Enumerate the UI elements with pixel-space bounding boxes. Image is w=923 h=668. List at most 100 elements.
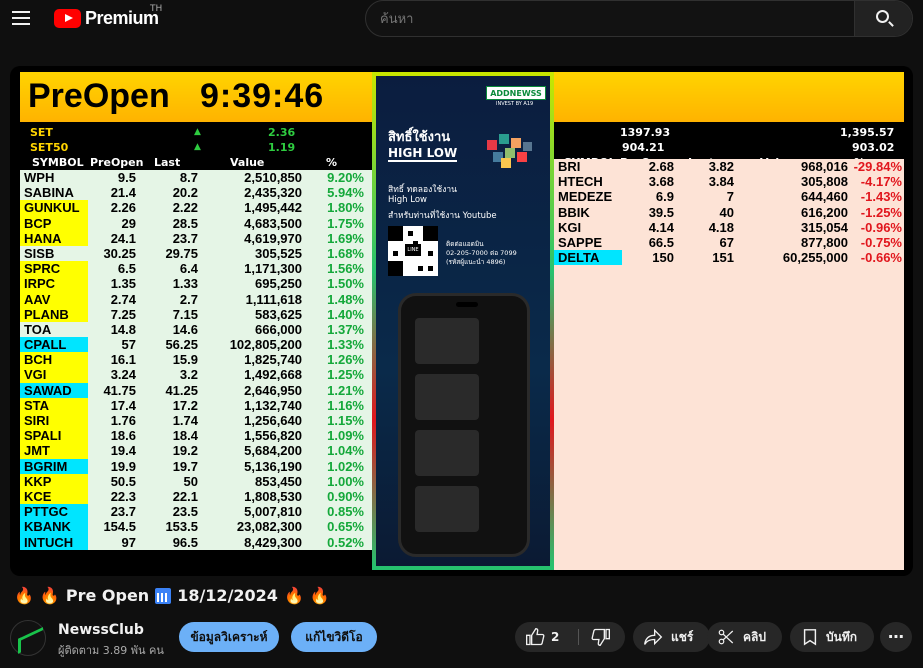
cell-last: 20.2 bbox=[172, 185, 198, 201]
row-values: 6.9 7 644,460 -1.43% bbox=[622, 189, 904, 205]
analytics-button[interactable]: ข้อมูลวิเคราะห์ bbox=[179, 622, 279, 652]
cell-value: 5,007,810 bbox=[244, 504, 302, 520]
search-icon bbox=[876, 10, 889, 23]
phone-message-card bbox=[415, 430, 479, 476]
table-row: IRPC 1.35 1.33 695,250 1.50% bbox=[20, 276, 372, 292]
row-symbol: TOA bbox=[20, 321, 88, 338]
index-value: 904.21 bbox=[622, 141, 665, 154]
cell-pct: 1.09% bbox=[327, 428, 364, 444]
index-value: 1,395.57 bbox=[840, 126, 895, 139]
cell-last: 2.7 bbox=[179, 291, 198, 307]
col-last: Last bbox=[154, 156, 181, 169]
cell-preopen: 39.5 bbox=[648, 204, 674, 220]
like-dislike-group: 2 bbox=[515, 622, 625, 652]
cell-last: 15.9 bbox=[172, 352, 198, 368]
cell-preopen: 66.5 bbox=[648, 234, 674, 250]
row-symbol: SIRI bbox=[20, 413, 88, 429]
row-symbol: KCE bbox=[20, 488, 88, 505]
losers-table: BRI 2.68 3.82 968,016 -29.84% HTECH 3.68 3.84 30… bbox=[554, 159, 904, 570]
cell-value: 4,683,500 bbox=[244, 215, 302, 231]
like-button[interactable]: 2 bbox=[525, 622, 581, 652]
thumbs-up-icon bbox=[526, 627, 545, 646]
ad-headline: สิทธิ์ใช้งาน bbox=[388, 130, 451, 145]
divider bbox=[578, 629, 579, 645]
row-symbol: BCH bbox=[20, 352, 88, 368]
cubes-icon bbox=[487, 134, 532, 168]
fire-icon: 🔥 bbox=[14, 586, 34, 605]
dislike-button[interactable] bbox=[587, 622, 617, 652]
table-row: PTTGC 23.7 23.5 5,007,810 0.85% bbox=[20, 504, 372, 520]
youtube-premium-logo[interactable]: Premium TH bbox=[54, 4, 162, 29]
row-values: 19.4 19.2 5,684,200 1.04% bbox=[88, 443, 372, 459]
cell-value: 5,684,200 bbox=[244, 443, 302, 459]
row-values: 66.5 67 877,800 -0.75% bbox=[622, 234, 904, 251]
menu-icon[interactable] bbox=[12, 11, 30, 25]
ad-line3: สำหรับท่านที่ใช้งาน Youtube bbox=[388, 211, 497, 221]
more-actions-button[interactable]: ⋯ bbox=[880, 622, 912, 652]
save-label: บันทึก bbox=[826, 630, 857, 644]
video-player[interactable]: PreOpen 9:39:46 SET ▲ 2.36 SET50 ▲ 1.19 … bbox=[10, 66, 913, 576]
row-symbol: SAPPE bbox=[554, 234, 622, 251]
cell-last: 50 bbox=[183, 473, 198, 489]
cell-last: 14.6 bbox=[172, 321, 198, 337]
phone-message-card bbox=[415, 318, 479, 364]
cell-value: 8,429,300 bbox=[244, 534, 302, 550]
row-symbol: BRI bbox=[554, 159, 622, 175]
share-button[interactable]: แชร์ bbox=[633, 622, 710, 652]
cell-last: 23.5 bbox=[172, 504, 198, 520]
table-row: BGRIM 19.9 19.7 5,136,190 1.02% bbox=[20, 458, 372, 474]
cell-pct: -0.66% bbox=[860, 250, 902, 266]
table-row: KCE 22.3 22.1 1,808,530 0.90% bbox=[20, 488, 372, 505]
cell-pct: 1.00% bbox=[327, 473, 364, 489]
row-values: 97 96.5 8,429,300 0.52% bbox=[88, 534, 372, 550]
table-row: INTUCH 97 96.5 8,429,300 0.52% bbox=[20, 534, 372, 550]
cell-pct: -1.43% bbox=[860, 189, 902, 205]
row-symbol: IRPC bbox=[20, 276, 88, 292]
cell-pct: 1.69% bbox=[327, 230, 364, 246]
channel-avatar[interactable] bbox=[10, 620, 46, 656]
save-button[interactable]: บันทึก bbox=[790, 622, 874, 652]
cell-pct: 9.20% bbox=[327, 170, 364, 185]
cell-value: 1,556,820 bbox=[244, 428, 302, 444]
clip-button[interactable]: คลิป bbox=[707, 622, 782, 652]
edit-video-button[interactable]: แก้ไขวิดีโอ bbox=[291, 622, 377, 652]
cell-preopen: 2.68 bbox=[648, 159, 674, 174]
right-header-strip bbox=[554, 72, 904, 122]
cell-preopen: 29 bbox=[121, 215, 136, 231]
row-values: 39.5 40 616,200 -1.25% bbox=[622, 204, 904, 220]
share-label: แชร์ bbox=[671, 630, 694, 644]
channel-name[interactable]: NewssClub bbox=[58, 622, 144, 638]
row-values: 23.7 23.5 5,007,810 0.85% bbox=[88, 504, 372, 520]
up-arrow-icon: ▲ bbox=[194, 127, 201, 137]
cell-pct: 1.25% bbox=[327, 367, 364, 383]
row-symbol: JMT bbox=[20, 443, 88, 459]
fire-icon: 🔥 bbox=[39, 586, 60, 605]
row-values: 24.1 23.7 4,619,970 1.69% bbox=[88, 230, 372, 246]
video-title-date: 18/12/2024 bbox=[177, 586, 278, 605]
cell-pct: 1.37% bbox=[327, 321, 364, 337]
cell-value: 1,111,618 bbox=[245, 291, 302, 307]
table-header: SYMBOL PreOpen Last Value % bbox=[20, 156, 372, 170]
col-value: Value bbox=[230, 156, 265, 169]
row-symbol: KBANK bbox=[20, 519, 88, 535]
cell-preopen: 17.4 bbox=[110, 397, 136, 413]
search-button[interactable] bbox=[854, 1, 912, 36]
table-row: HANA 24.1 23.7 4,619,970 1.69% bbox=[20, 230, 372, 246]
row-symbol: MEDEZE bbox=[554, 189, 622, 205]
cell-value: 853,450 bbox=[255, 473, 302, 489]
table-row: BRI 2.68 3.82 968,016 -29.84% bbox=[554, 159, 904, 175]
cell-value: 583,625 bbox=[255, 306, 302, 322]
cell-last: 6.4 bbox=[179, 261, 198, 277]
row-symbol: STA bbox=[20, 397, 88, 413]
cell-value: 1,171,300 bbox=[244, 261, 302, 277]
cell-pct: -1.25% bbox=[860, 204, 902, 220]
search-input[interactable] bbox=[380, 9, 840, 29]
table-row: DELTA 150 151 60,255,000 -0.66% bbox=[554, 250, 904, 266]
cell-value: 1,256,640 bbox=[244, 413, 302, 428]
table-row: KGI 4.14 4.18 315,054 -0.96% bbox=[554, 219, 904, 235]
ad-headline-sub: HIGH LOW bbox=[388, 146, 458, 162]
row-symbol: INTUCH bbox=[20, 534, 88, 550]
row-values: 19.9 19.7 5,136,190 1.02% bbox=[88, 458, 372, 474]
cell-value: 315,054 bbox=[801, 219, 848, 235]
row-values: 16.1 15.9 1,825,740 1.26% bbox=[88, 352, 372, 368]
